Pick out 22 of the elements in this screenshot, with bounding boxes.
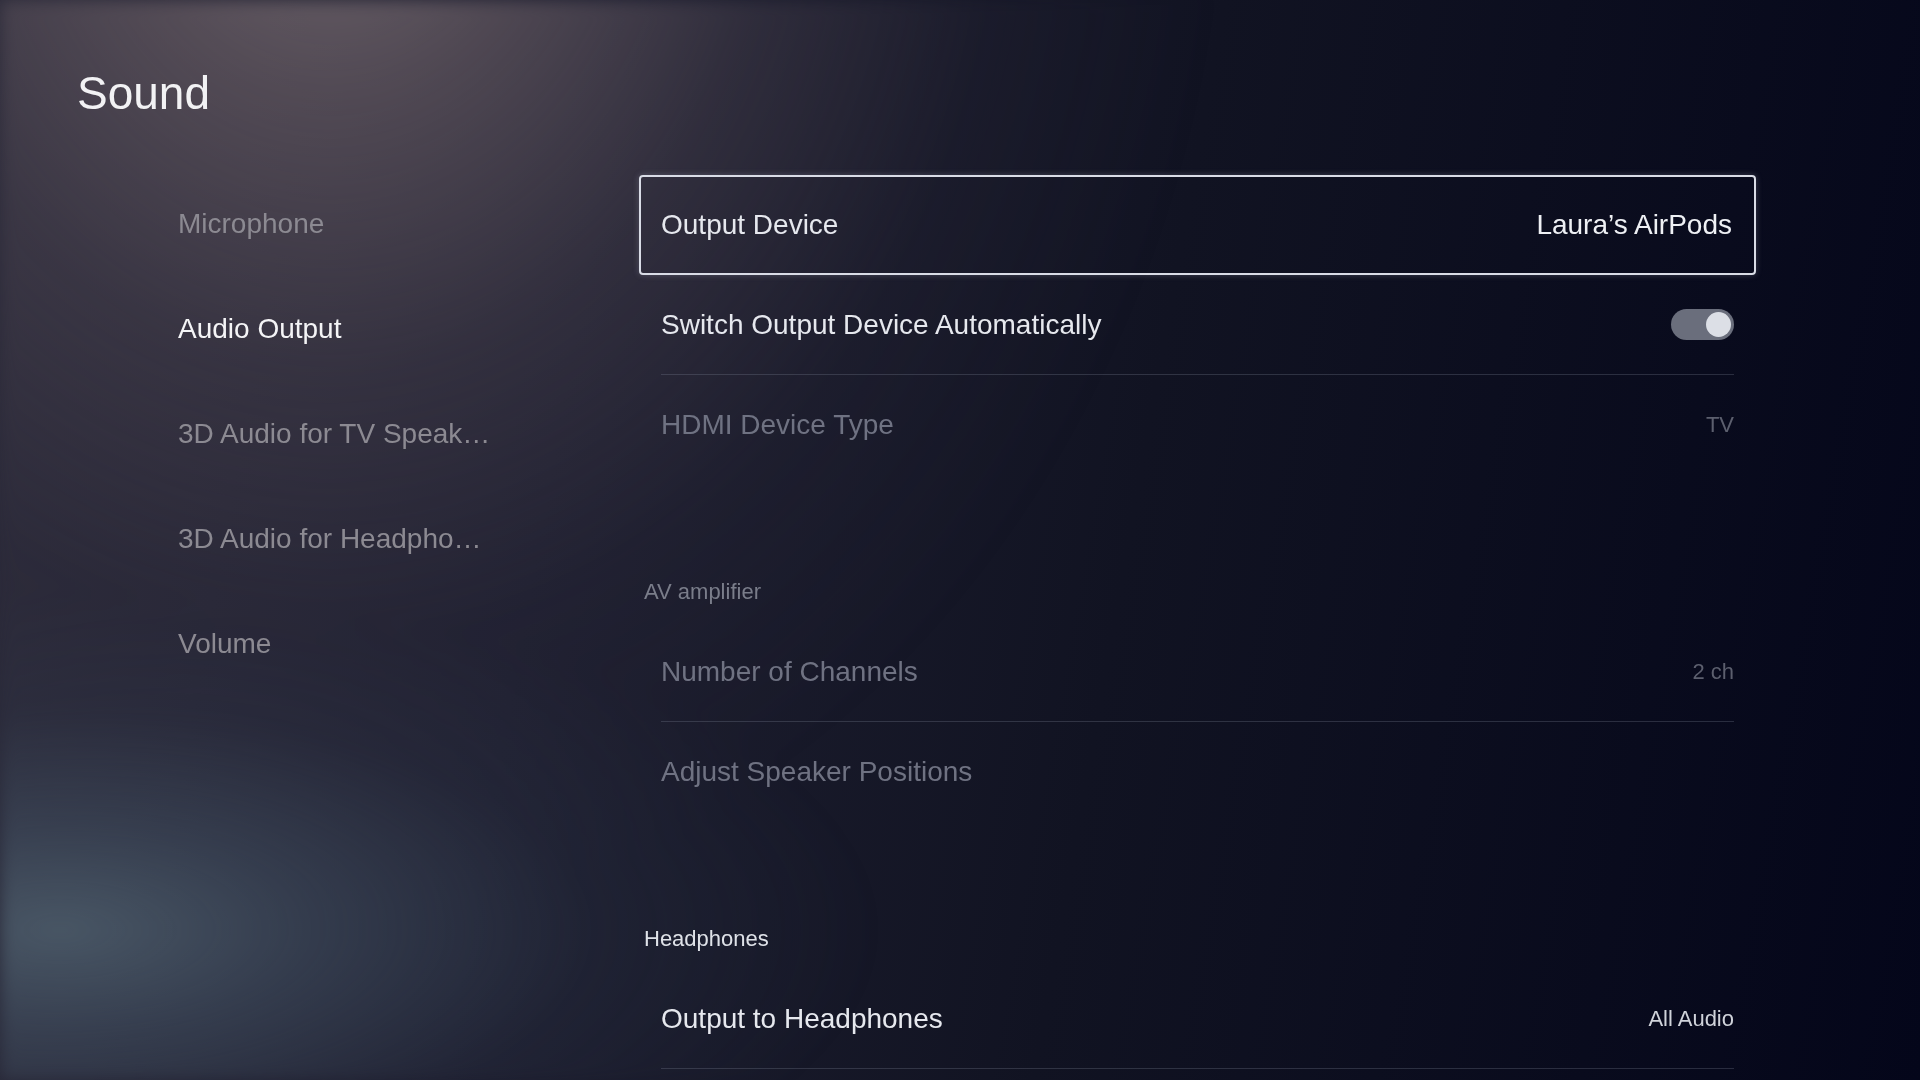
setting-row[interactable]: Output to Headphones All Audio <box>661 969 1734 1069</box>
setting-label: Output Device <box>661 209 839 241</box>
section-heading: AV amplifier <box>644 578 761 606</box>
setting-label: Number of Channels <box>661 655 918 688</box>
sidebar-item[interactable]: Audio Output <box>178 276 342 381</box>
setting-value: Laura’s AirPods <box>1536 209 1732 241</box>
sidebar-item[interactable]: 3D Audio for Headpho… <box>178 486 482 591</box>
section-heading: Headphones <box>644 925 769 953</box>
setting-row[interactable]: Output Device Laura’s AirPods <box>639 175 1756 275</box>
setting-value: 2 ch <box>1692 658 1734 685</box>
setting-label: HDMI Device Type <box>661 408 894 441</box>
setting-label: Output to Headphones <box>661 1002 943 1035</box>
sidebar-item[interactable]: 3D Audio for TV Speak… <box>178 381 491 486</box>
page-title: Sound <box>77 66 210 121</box>
setting-label: Switch Output Device Automatically <box>661 308 1102 341</box>
setting-label: Adjust Speaker Positions <box>661 755 973 788</box>
setting-value: All Audio <box>1648 1005 1734 1032</box>
toggle-switch[interactable] <box>1671 309 1734 340</box>
setting-value: TV <box>1705 411 1734 438</box>
setting-row[interactable]: Switch Output Device Automatically <box>661 275 1734 375</box>
sidebar-item[interactable]: Volume <box>178 591 272 696</box>
sidebar-item[interactable]: Microphone <box>178 171 325 276</box>
